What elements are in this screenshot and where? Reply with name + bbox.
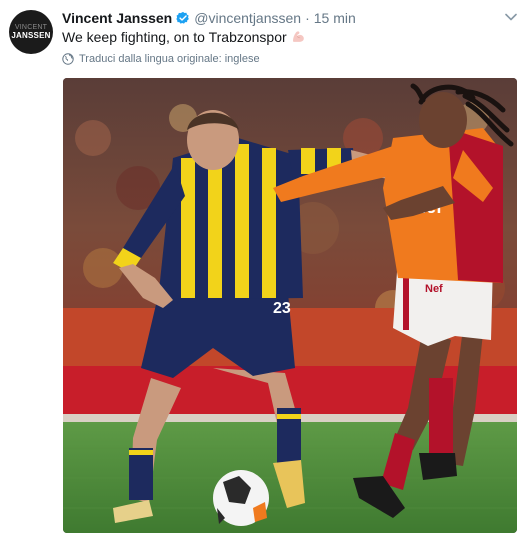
avatar-text-main: JANSSEN [11, 31, 51, 40]
football-match-photo-icon: 23 Nef [63, 78, 517, 533]
translate-label: Traduci dalla lingua originale: inglese [79, 53, 260, 65]
tweet-text-row: We keep fighting, on to Trabzonspor [62, 29, 305, 45]
globe-icon [62, 53, 74, 65]
tweet-text: We keep fighting, on to Trabzonspor [62, 29, 287, 45]
translate-link[interactable]: Traduci dalla lingua originale: inglese [62, 53, 260, 65]
chevron-down-icon[interactable] [504, 10, 518, 24]
tweet-photo[interactable]: 23 Nef [63, 78, 517, 533]
svg-text:Nef: Nef [425, 283, 443, 295]
separator-dot: · [305, 10, 310, 26]
player-left-number: 23 [273, 300, 291, 317]
timestamp[interactable]: 15 min [314, 10, 356, 26]
flexed-biceps-icon [291, 30, 305, 43]
ball [213, 470, 269, 526]
tweet-card: VINCENT JANSSEN Vincent Janssen @vincent… [0, 0, 528, 540]
avatar[interactable]: VINCENT JANSSEN [9, 10, 53, 54]
tweet-header: Vincent Janssen @vincentjanssen · 15 min [62, 8, 518, 28]
author-name[interactable]: Vincent Janssen [62, 10, 172, 26]
author-handle[interactable]: @vincentjanssen [194, 10, 301, 26]
avatar-logo: VINCENT JANSSEN [11, 24, 50, 40]
verified-badge-icon [176, 11, 190, 25]
